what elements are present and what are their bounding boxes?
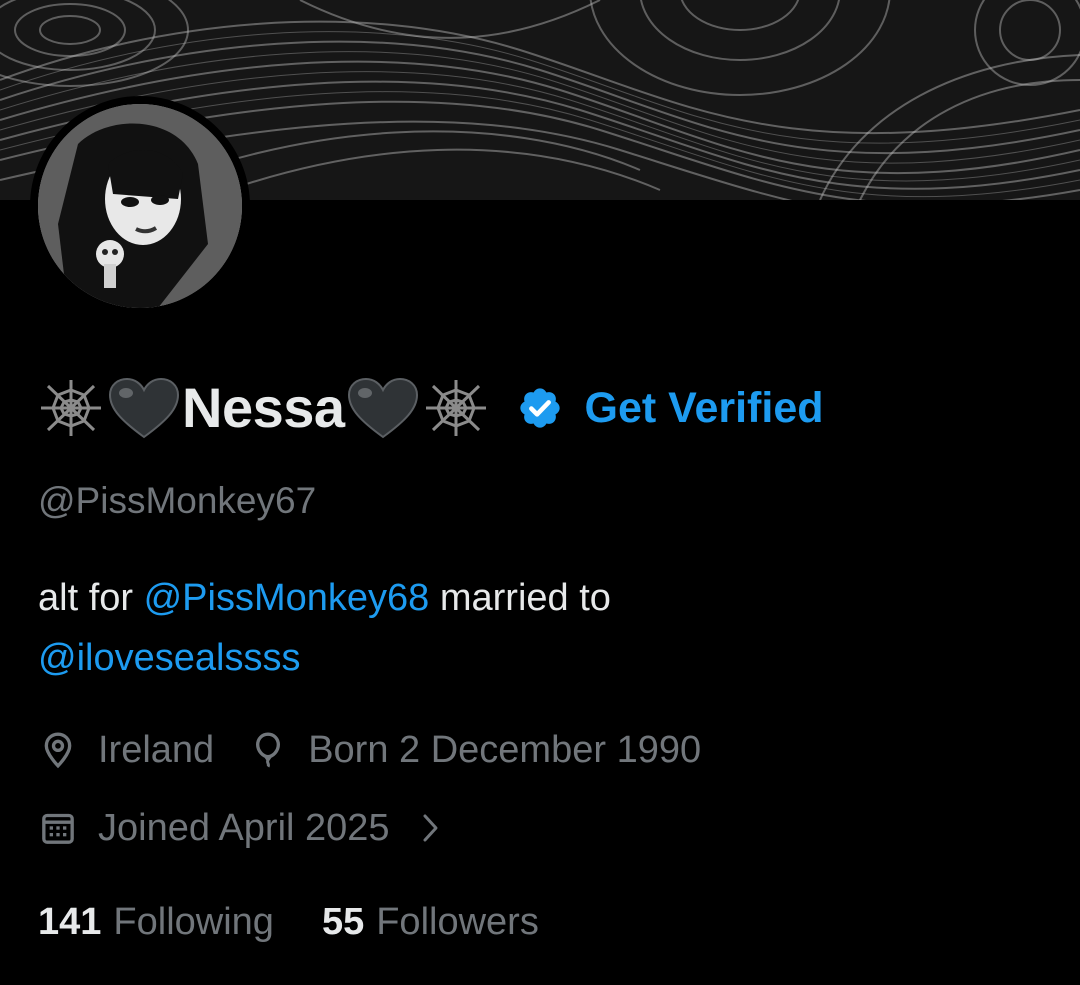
username-handle: @PissMonkey67 [38, 480, 317, 521]
get-verified-button[interactable]: Get Verified [585, 384, 824, 433]
following-link[interactable]: 141 Following [38, 901, 274, 944]
bio: alt for @PissMonkey68 married to @iloves… [38, 568, 1048, 688]
avatar[interactable] [30, 96, 250, 316]
following-label: Following [113, 900, 274, 943]
location-pin-icon [38, 730, 78, 770]
avatar-image [38, 104, 242, 308]
followers-link[interactable]: 55 Followers [322, 901, 539, 944]
black-heart-icon [106, 375, 182, 441]
profile-meta-row: Ireland Born 2 December 1990 [38, 722, 701, 778]
balloon-icon [248, 730, 288, 770]
bio-text-prefix: alt for [38, 577, 134, 619]
spider-web-icon [36, 376, 106, 440]
birthday-text: Born 2 December 1990 [308, 728, 702, 771]
joined-item[interactable]: Joined April 2025 [38, 807, 390, 850]
display-name: Nessa [182, 376, 345, 439]
bio-mention-link[interactable]: @PissMonkey68 [144, 577, 430, 619]
followers-count: 55 [321, 900, 365, 943]
location-item: Ireland [38, 729, 214, 772]
calendar-icon [38, 808, 78, 848]
joined-text: Joined April 2025 [98, 806, 390, 849]
location-text: Ireland [98, 728, 215, 771]
joined-row[interactable]: Joined April 2025 [38, 800, 442, 856]
bio-text-middle: married to [439, 577, 611, 619]
display-name-row: Nessa Get Verified [36, 372, 824, 444]
follow-stats: 141 Following 55 Followers [38, 896, 539, 948]
following-count: 141 [38, 900, 102, 943]
chevron-right-icon[interactable] [420, 811, 442, 845]
followers-label: Followers [376, 900, 539, 943]
verified-badge-icon[interactable] [517, 385, 563, 431]
bio-mention-link[interactable]: @ilovesealssss [38, 637, 300, 679]
spider-web-icon [421, 376, 491, 440]
black-heart-icon [345, 375, 421, 441]
birthday-item: Born 2 December 1990 [248, 729, 701, 772]
